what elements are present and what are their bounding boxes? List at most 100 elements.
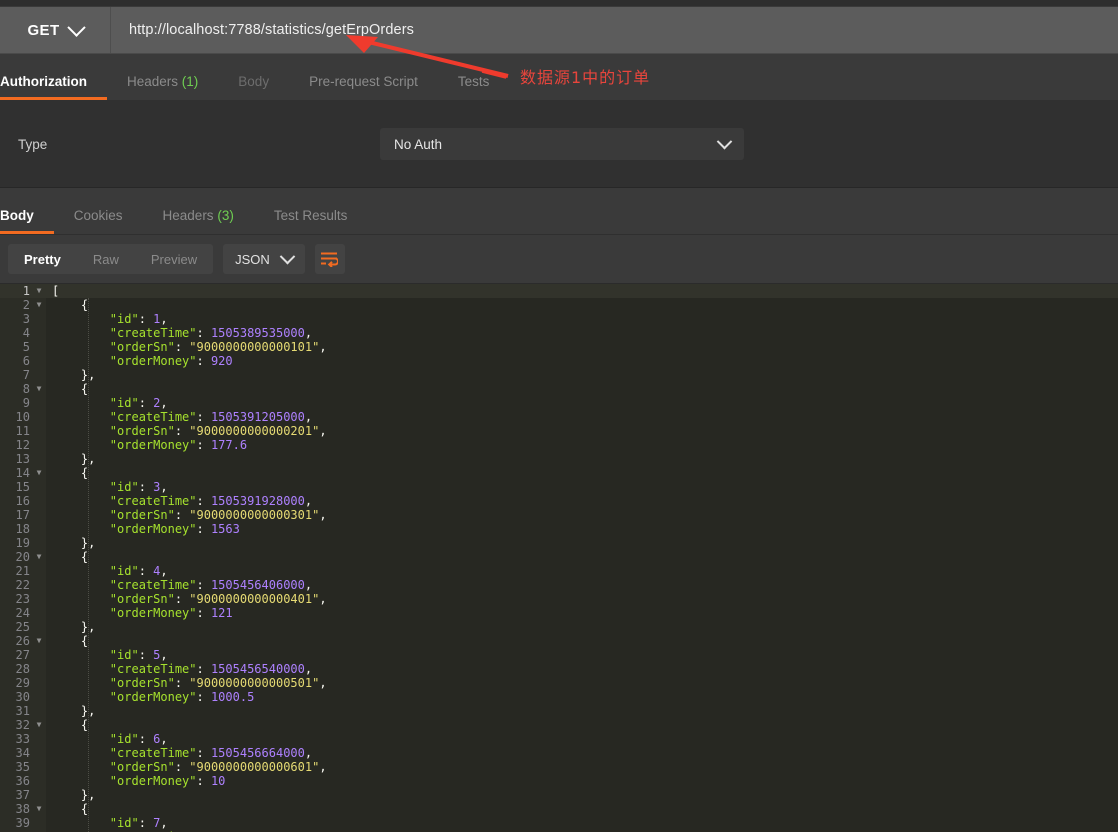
token-key: "orderSn" [109,760,175,774]
editor-line: 27 "id": 5, [0,648,1118,662]
format-mode-raw[interactable]: Raw [77,244,135,274]
code-fold-toggle-icon[interactable]: ▼ [34,284,44,298]
editor-line-number: 39 [15,816,30,830]
http-method-label: GET [27,21,60,39]
response-format-toolbar: Pretty Raw Preview JSON [0,235,1118,284]
token-key: "orderSn" [109,676,175,690]
tab-tests[interactable]: Tests [438,74,510,100]
tab-headers-label: Headers [127,74,179,89]
token-colon: : [138,480,154,494]
annotation-text: 数据源1中的订单 [520,68,651,87]
editor-line-number: 12 [15,438,30,452]
editor-line: 24 "orderMoney": 121 [0,606,1118,620]
editor-line: 25 }, [0,620,1118,634]
editor-line: 16 "createTime": 1505391928000, [0,494,1118,508]
editor-line-content: "createTime": 1505456406000, [52,578,312,592]
token-punct: , [160,312,168,326]
code-fold-toggle-icon[interactable]: ▼ [34,298,44,312]
token-num: 7 [153,816,161,830]
tab-headers[interactable]: Headers (1) [107,74,218,100]
editor-line-number: 16 [15,494,30,508]
url-input[interactable]: http://localhost:7788/statistics/getErpO… [111,7,1118,53]
editor-line-number: 31 [15,704,30,718]
token-punct: { [80,802,89,816]
token-punct: , [304,410,313,424]
token-punct: { [80,718,89,732]
http-method-selector[interactable]: GET [0,7,111,53]
token-key: "id" [109,564,139,578]
token-punct: [ [52,284,60,298]
token-str: "9000000000000401" [189,592,320,606]
token-key: "createTime" [109,410,197,424]
editor-line-content: "id": 3, [52,480,168,494]
window-top-strip [0,0,1118,7]
editor-line: 37 }, [0,788,1118,802]
response-body-code-editor[interactable]: 1 ▼[2 ▼ {3 "id": 1, 4 "createTime": 1505389… [0,284,1118,832]
token-punct: { [80,466,89,480]
token-punct: , [319,592,327,606]
token-key: "createTime" [109,746,197,760]
token-punct: , [319,676,327,690]
token-key: "orderMoney" [109,606,197,620]
editor-line-content: "orderSn": "9000000000000101", [52,340,327,354]
editor-line-content: }, [52,788,95,802]
editor-line: 20 ▼ { [0,550,1118,564]
editor-line-content: "id": 6, [52,732,168,746]
format-mode-raw-label: Raw [92,251,119,267]
tab-body[interactable]: Body [218,74,289,100]
code-fold-toggle-icon[interactable]: ▼ [34,634,44,648]
response-tab-test-results[interactable]: Test Results [254,208,368,234]
authorization-panel: Type No Auth [0,101,1118,188]
editor-line-content: "orderSn": "9000000000000501", [52,676,327,690]
token-key: "orderSn" [109,508,175,522]
response-tab-cookies-label: Cookies [73,208,123,223]
token-colon: : [196,746,211,760]
editor-line: 8 ▼ { [0,382,1118,396]
format-mode-preview[interactable]: Preview [135,244,213,274]
editor-line: 13 }, [0,452,1118,466]
editor-line-content: "orderMoney": 10 [52,774,226,788]
editor-line-number: 3 [22,312,30,326]
word-wrap-toggle-button[interactable] [314,244,345,274]
token-num: 177.6 [210,438,248,452]
request-tab-bar: Authorization Headers (1) Body Pre-reque… [0,54,1118,101]
code-fold-toggle-icon[interactable]: ▼ [34,466,44,480]
tab-pre-request-script[interactable]: Pre-request Script [289,74,438,100]
token-colon: : [196,494,211,508]
code-fold-toggle-icon[interactable]: ▼ [34,550,44,564]
editor-line-number: 35 [15,760,30,774]
editor-line: 28 "createTime": 1505456540000, [0,662,1118,676]
editor-line-number: 30 [15,690,30,704]
token-num: 10 [210,774,226,788]
editor-line-number: 19 [15,536,30,550]
chevron-down-icon [716,133,733,149]
chevron-down-icon [66,17,86,37]
response-language-select[interactable]: JSON [223,244,305,274]
format-mode-pretty[interactable]: Pretty [8,244,77,274]
token-colon: : [138,312,154,326]
editor-line-content: { [52,466,88,480]
editor-line-content: { [52,802,88,816]
auth-type-select[interactable]: No Auth [380,128,744,160]
editor-line: 7 }, [0,368,1118,382]
token-colon: : [196,326,211,340]
response-tab-headers[interactable]: Headers (3) [143,208,254,234]
tab-authorization[interactable]: Authorization [0,74,107,100]
editor-line-content: "orderMoney": 1000.5 [52,690,255,704]
editor-line-content: "id": 4, [52,564,168,578]
auth-type-selected-value: No Auth [394,136,443,152]
code-fold-toggle-icon[interactable]: ▼ [34,382,44,396]
auth-type-label: Type [18,136,48,152]
editor-code-rows: 1 ▼[2 ▼ {3 "id": 1, 4 "createTime": 1505389… [0,284,1118,832]
response-tab-body[interactable]: Body [0,208,54,234]
editor-line: 33 "id": 6, [0,732,1118,746]
token-punct: { [80,298,89,312]
editor-line: 17 "orderSn": "9000000000000301", [0,508,1118,522]
editor-line-number: 13 [15,452,30,466]
editor-line-content: }, [52,620,95,634]
code-fold-toggle-icon[interactable]: ▼ [34,802,44,816]
response-tab-cookies[interactable]: Cookies [54,208,143,234]
format-mode-preview-label: Preview [150,251,198,267]
editor-line-content: [ [52,284,59,298]
code-fold-toggle-icon[interactable]: ▼ [34,718,44,732]
